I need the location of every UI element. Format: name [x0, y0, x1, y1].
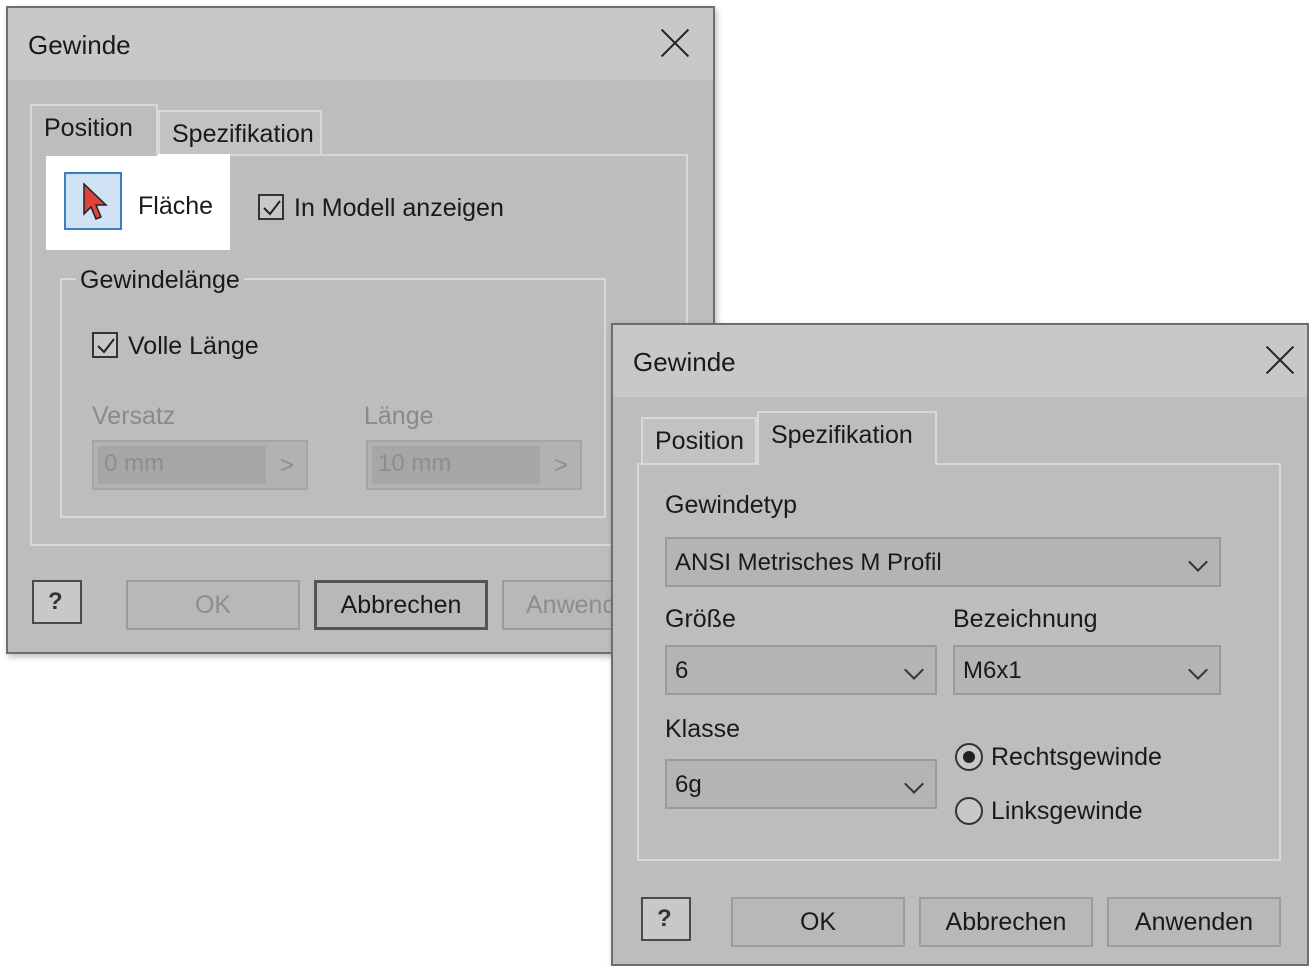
chevron-right-icon: >: [553, 452, 568, 479]
chevron-down-icon: [907, 777, 921, 791]
tab-label: Position: [655, 427, 744, 455]
thread-type-label: Gewindetyp: [665, 491, 798, 519]
length-label: Länge: [364, 402, 434, 430]
chevron-down-icon: [1191, 555, 1205, 569]
dialog-body: Position Spezifikation Fläche In Modell …: [8, 80, 713, 652]
title-bar: Gewinde: [8, 8, 713, 80]
tab-position[interactable]: Position: [30, 104, 158, 156]
full-length-checkbox[interactable]: [92, 332, 118, 358]
thread-dialog-position: Gewinde Position Spezifikation Fläche In…: [6, 6, 715, 654]
tab-label: Spezifikation: [771, 421, 913, 449]
thread-type-dropdown[interactable]: ANSI Metrisches M Profil: [665, 537, 1221, 587]
tab-label: Position: [44, 114, 133, 142]
designation-dropdown[interactable]: M6x1: [953, 645, 1221, 695]
ok-button[interactable]: OK: [731, 897, 905, 947]
designation-label: Bezeichnung: [953, 605, 1098, 633]
tab-spezifikation[interactable]: Spezifikation: [158, 110, 322, 156]
chevron-right-icon: >: [279, 452, 294, 479]
chevron-down-icon: [1191, 663, 1205, 677]
size-dropdown[interactable]: 6: [665, 645, 937, 695]
length-value: 10 mm: [378, 450, 452, 477]
left-hand-radio[interactable]: [955, 797, 983, 825]
close-icon[interactable]: [658, 26, 692, 60]
face-label: Fläche: [138, 192, 214, 220]
tab-label: Spezifikation: [172, 120, 314, 148]
thread-type-value: ANSI Metrisches M Profil: [675, 549, 942, 576]
right-hand-label: Rechtsgewinde: [991, 743, 1162, 771]
face-select-button[interactable]: [64, 172, 122, 230]
cursor-arrow-icon: [83, 182, 108, 220]
ok-button[interactable]: OK: [126, 580, 300, 630]
designation-value: M6x1: [963, 657, 1022, 684]
cancel-button[interactable]: Abbrechen: [919, 897, 1093, 947]
apply-button[interactable]: Anwenden: [1107, 897, 1281, 947]
dialog-title: Gewinde: [28, 30, 131, 60]
full-length-label: Volle Länge: [128, 332, 259, 360]
offset-label: Versatz: [92, 402, 176, 430]
dialog-body: Position Spezifikation Gewindetyp ANSI M…: [613, 397, 1307, 964]
close-icon[interactable]: [1263, 343, 1297, 377]
length-field: 10 mm >: [366, 440, 582, 490]
class-label: Klasse: [665, 715, 741, 743]
class-value: 6g: [675, 771, 702, 798]
size-value: 6: [675, 657, 689, 684]
help-icon: ?: [48, 588, 63, 615]
tab-spezifikation[interactable]: Spezifikation: [757, 411, 937, 465]
title-bar: Gewinde: [613, 325, 1307, 397]
offset-field: 0 mm >: [92, 440, 308, 490]
size-label: Größe: [665, 605, 736, 633]
thread-dialog-specification: Gewinde Position Spezifikation Gewindety…: [611, 323, 1309, 966]
help-button[interactable]: ?: [32, 580, 82, 624]
right-hand-radio[interactable]: [955, 743, 983, 771]
tab-position[interactable]: Position: [641, 417, 757, 463]
show-in-model-label: In Modell anzeigen: [294, 194, 504, 222]
left-hand-label: Linksgewinde: [991, 797, 1143, 825]
show-in-model-checkbox[interactable]: [258, 194, 284, 220]
thread-length-group-title: Gewindelänge: [76, 266, 244, 295]
dialog-title: Gewinde: [633, 347, 736, 377]
chevron-down-icon: [907, 663, 921, 677]
class-dropdown[interactable]: 6g: [665, 759, 937, 809]
help-button[interactable]: ?: [641, 897, 691, 941]
cancel-button[interactable]: Abbrechen: [314, 580, 488, 630]
help-icon: ?: [657, 905, 672, 932]
offset-value: 0 mm: [104, 450, 164, 477]
